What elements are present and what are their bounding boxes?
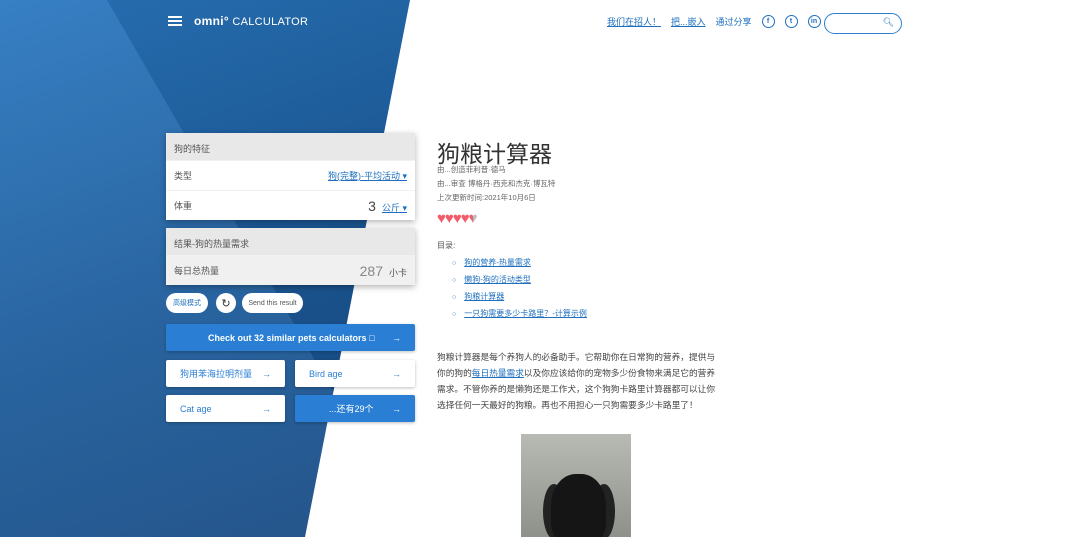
author: 由...创造菲利普·德马 (437, 165, 506, 174)
weight-input[interactable]: 3 (368, 198, 376, 214)
type-row: 类型 狗(完整)-平均活动 ▾ (166, 160, 415, 190)
top-nav: 我们在招人！ 把...嵌入 通过分享 f t in (607, 15, 821, 28)
calculator-link[interactable]: Bird age → (295, 360, 415, 387)
toc-label: 目录: (437, 241, 456, 250)
twitter-icon[interactable]: t (784, 15, 798, 28)
more-calculators-button[interactable]: ...还有29个 → (295, 395, 415, 422)
type-label: 类型 (174, 171, 193, 181)
calculator-link[interactable]: 狗用苯海拉明剂量 → (166, 360, 285, 387)
rating-hearts[interactable]: ♥♥♥♥♥ (437, 210, 478, 227)
similar-calculators-button[interactable]: Check out 32 similar pets calculators □ → (166, 324, 415, 351)
header-left: omni° CALCULATOR (168, 14, 308, 28)
dog-photo (521, 434, 631, 537)
advanced-mode-button[interactable]: 高级模式 (166, 293, 208, 313)
kcal-label: 每日总热量 (174, 266, 220, 276)
heart-icon[interactable]: ♥ (445, 210, 454, 227)
half-heart-icon[interactable]: ♥ (469, 210, 478, 227)
card-title: 结果-狗的热量需求 (166, 228, 415, 255)
weight-row: 体重 3 公斤 ▾ (166, 190, 415, 220)
toc-link[interactable]: 狗粮计算器 (464, 292, 504, 301)
heart-icon[interactable]: ♥ (437, 210, 446, 227)
type-select[interactable]: 狗(完整)-平均活动 ▾ (328, 169, 407, 182)
calculator-link[interactable]: Cat age → (166, 395, 285, 422)
dog-head (551, 474, 606, 537)
share-label: 通过分享 (715, 17, 752, 27)
card-title: 狗的特征 (166, 133, 415, 160)
reload-button[interactable]: ↻ (216, 293, 236, 313)
result-card: 结果-狗的热量需求 每日总热量 287 小卡 (166, 228, 415, 285)
toc-link[interactable]: 狗的营养-热量需求 (464, 258, 531, 267)
daily-calorie-link[interactable]: 每日热量需求 (472, 368, 524, 378)
button-label: ...还有29个 (329, 404, 374, 414)
toc-link[interactable]: 懒狗-狗的活动类型 (464, 275, 531, 284)
dog-characteristics-card: 狗的特征 类型 狗(完整)-平均活动 ▾ 体重 3 公斤 ▾ (166, 133, 415, 220)
search-input[interactable]: 🔍︎ (824, 13, 902, 34)
heart-icon[interactable]: ♥ (461, 210, 470, 227)
kcal-value[interactable]: 287 (360, 263, 383, 279)
button-label: Check out 32 similar pets calculators □ (208, 332, 375, 343)
table-of-contents: 目录: 狗的营养-热量需求 懒狗-狗的活动类型 狗粮计算器 一只狗需要多少卡路里… (437, 240, 587, 325)
toc-link[interactable]: 一只狗需要多少卡路里？-计算示例 (464, 309, 587, 318)
arrow-right-icon: → (392, 332, 401, 343)
search-icon: 🔍︎ (882, 17, 894, 27)
last-updated: 上次更新时间:2021年10月6日 (437, 193, 536, 202)
kcal-row: 每日总热量 287 小卡 (166, 255, 415, 285)
weight-unit-select[interactable]: 公斤 ▾ (382, 203, 407, 213)
intro-paragraph: 狗粮计算器是每个养狗人的必备助手。它帮助你在日常狗的营养，提供与你的狗的每日热量… (437, 349, 715, 413)
arrow-right-icon: → (262, 368, 271, 379)
facebook-icon[interactable]: f (761, 15, 775, 28)
heart-icon[interactable]: ♥ (453, 210, 462, 227)
logo[interactable]: omni° CALCULATOR (194, 14, 308, 28)
reviewer: 由...审查 博格丹·西克和杰克·博瓦特 (437, 179, 556, 188)
weight-label: 体重 (174, 201, 193, 211)
button-label: Cat age (180, 403, 212, 414)
button-label: Bird age (309, 368, 343, 379)
linkedin-icon[interactable]: in (807, 15, 821, 28)
send-result-button[interactable]: Send this result (242, 293, 303, 313)
hiring-link[interactable]: 我们在招人！ (607, 15, 661, 28)
embed-link[interactable]: 把...嵌入 (671, 15, 706, 28)
arrow-right-icon: → (392, 403, 401, 414)
menu-icon[interactable] (168, 16, 182, 26)
arrow-right-icon: → (262, 403, 271, 414)
kcal-unit: 小卡 (388, 267, 407, 278)
button-label: 狗用苯海拉明剂量 (180, 369, 253, 379)
arrow-right-icon: → (392, 368, 401, 379)
